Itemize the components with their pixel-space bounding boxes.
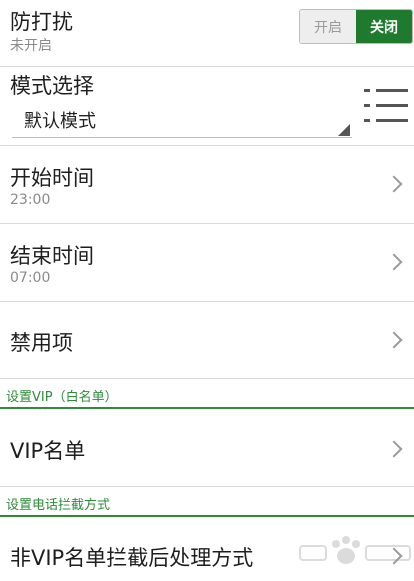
toggle-off-option[interactable]: 关闭 xyxy=(356,10,412,43)
watermark-logo-icon xyxy=(299,536,411,564)
end-time-item[interactable]: 结束时间 07:00 xyxy=(0,224,414,301)
start-time-value: 23:00 xyxy=(10,192,51,208)
dnd-title: 防打扰 xyxy=(10,10,73,34)
end-time-value: 07:00 xyxy=(10,270,51,286)
toggle-on-option[interactable]: 开启 xyxy=(300,10,356,43)
vip-section-label: 设置VIP（白名单） xyxy=(6,390,118,405)
non-vip-title: 非VIP名单拦截后处理方式 xyxy=(10,546,254,570)
end-time-title: 结束时间 xyxy=(10,244,94,268)
divider xyxy=(0,66,414,67)
chevron-right-icon xyxy=(385,175,403,193)
chevron-right-icon xyxy=(385,253,403,271)
list-icon[interactable] xyxy=(364,87,408,125)
mode-title: 模式选择 xyxy=(10,74,94,98)
divider xyxy=(0,378,414,379)
vip-list-item[interactable]: VIP名单 xyxy=(0,409,414,486)
vip-list-title: VIP名单 xyxy=(10,439,86,463)
start-time-item[interactable]: 开始时间 23:00 xyxy=(0,146,414,223)
start-time-title: 开始时间 xyxy=(10,166,94,190)
intercept-section-label: 设置电话拦截方式 xyxy=(6,498,111,513)
dnd-toggle[interactable]: 开启 关闭 xyxy=(299,9,413,44)
disabled-items-item[interactable]: 禁用项 xyxy=(0,302,414,378)
dnd-status: 未开启 xyxy=(10,38,52,54)
select-underline xyxy=(12,137,352,138)
chevron-right-icon xyxy=(385,331,403,349)
dropdown-triangle-icon[interactable] xyxy=(338,124,350,136)
divider xyxy=(0,486,414,487)
mode-select[interactable]: 默认模式 xyxy=(0,100,414,140)
chevron-right-icon xyxy=(385,440,403,458)
disabled-items-title: 禁用项 xyxy=(10,331,73,355)
mode-selected-value: 默认模式 xyxy=(24,111,96,132)
